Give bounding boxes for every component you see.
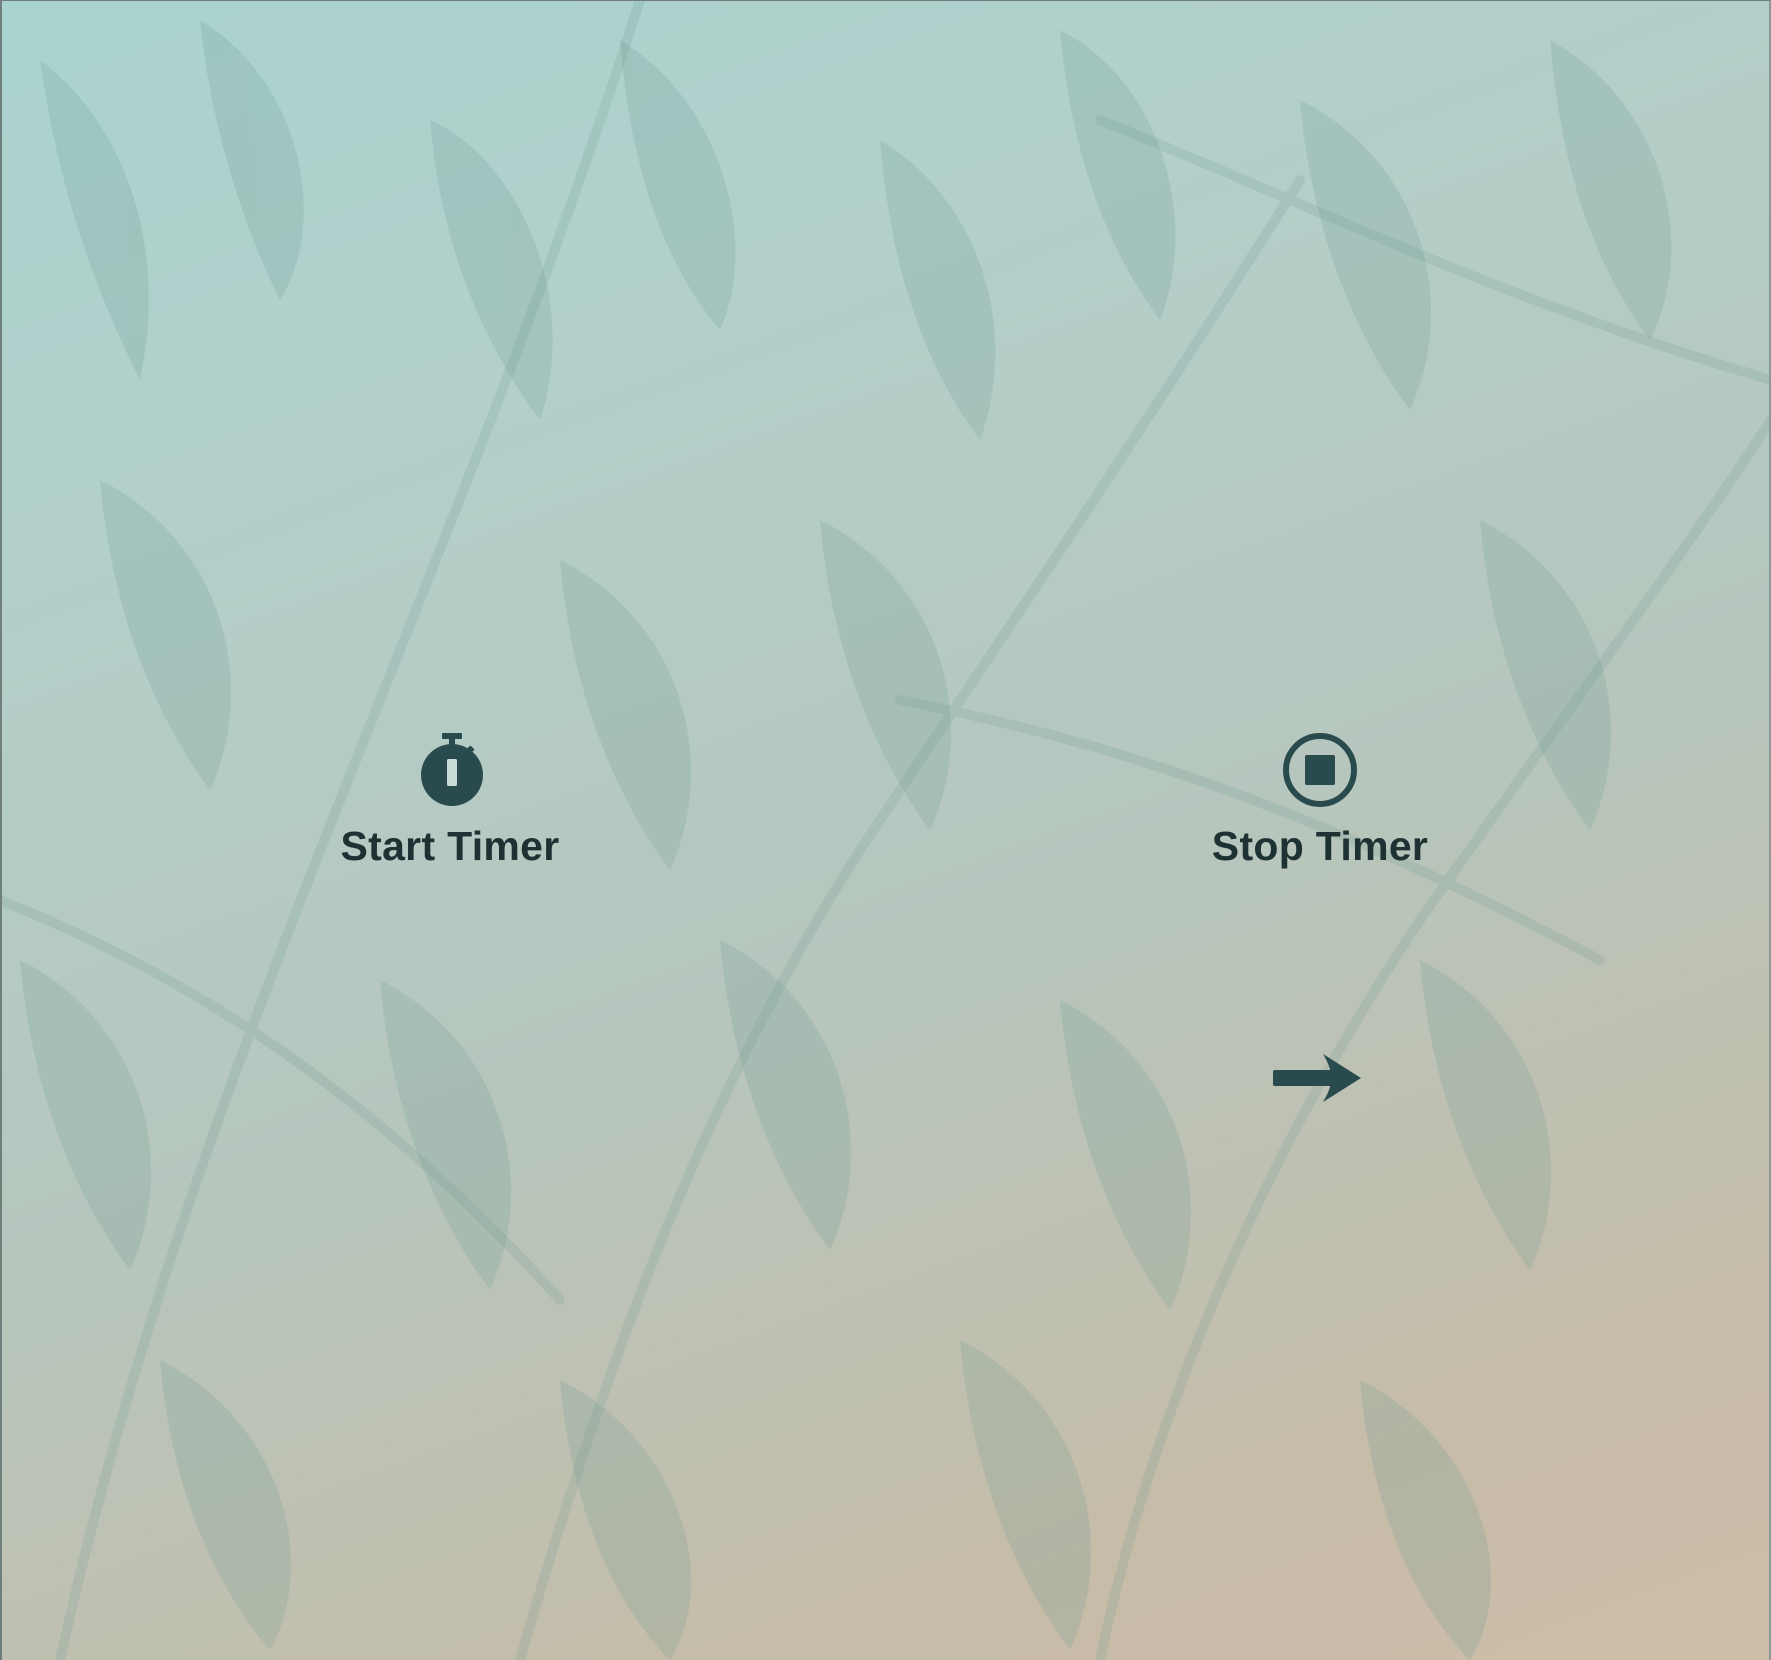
start-timer-button[interactable]: Start Timer: [330, 730, 570, 870]
stop-circle-icon: [1283, 733, 1357, 807]
stopwatch-icon: [421, 733, 483, 806]
stop-timer-button[interactable]: Stop Timer: [1200, 730, 1440, 870]
timer-screen: Start Timer Stop Timer: [0, 0, 1771, 1660]
stop-timer-label: Stop Timer: [1211, 823, 1429, 869]
leaf-pattern-background: [0, 0, 1771, 1660]
start-timer-label: Start Timer: [340, 823, 560, 869]
arrow-right-icon[interactable]: [1265, 1048, 1365, 1108]
